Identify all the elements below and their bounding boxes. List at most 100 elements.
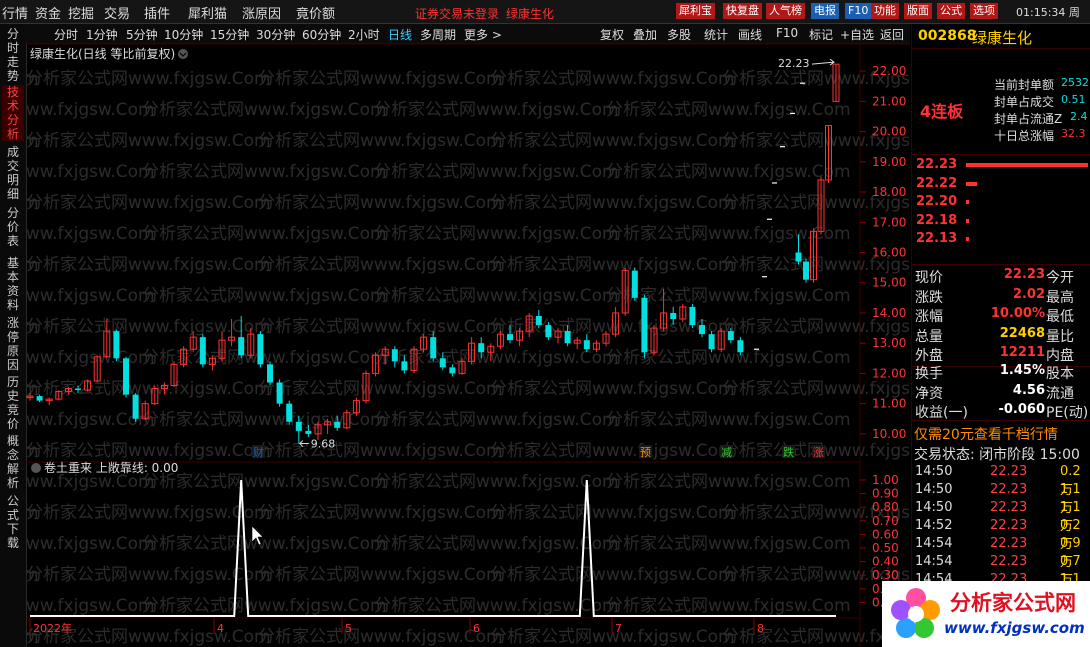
event-marker[interactable]: 涨 (813, 446, 824, 459)
kline-chart[interactable]: 分析家公式网www.fxjgsw.Com分析家公式网www.fxjgsw.Com… (26, 44, 910, 647)
bid-price[interactable]: 22.20 (916, 194, 957, 209)
price-tick-label: 10.00 (872, 427, 906, 441)
xilibao-button[interactable]: 犀利宝 (676, 3, 715, 19)
tab-zhangting[interactable]: 涨停原因 (2, 316, 24, 372)
tool-duogu[interactable]: 多股 (667, 26, 691, 43)
f10-button[interactable]: F10 (845, 3, 872, 19)
tool-f10[interactable]: F10 (776, 26, 798, 40)
menu-chajian[interactable]: 插件 (144, 3, 170, 22)
banmian-button[interactable]: 版面 (904, 3, 932, 19)
login-notice[interactable]: 证券交易未登录 (415, 5, 499, 22)
watermark-text: 分析家公式网www.fxjgsw.Com (258, 255, 503, 275)
stat-value: 12211 (999, 345, 1045, 360)
tool-tongji[interactable]: 统计 (704, 26, 728, 43)
dianbao-button[interactable]: 电报 (811, 3, 839, 19)
tick-price: 22.23 (990, 518, 1028, 533)
period-2h[interactable]: 2小时 (348, 26, 380, 43)
kuaifupan-button[interactable]: 快复盘 (723, 3, 762, 19)
watermark-text: 分析家公式网www.fxjgsw.Com (374, 472, 619, 492)
tab-fenjia[interactable]: 分价表 (2, 206, 24, 250)
watermark-text: 分析家公式网www.fxjgsw.Com (490, 503, 735, 523)
indicator-tick-label: 0.50 (872, 541, 899, 555)
stat-label-2: 最低 (1046, 309, 1074, 325)
candle-body (727, 331, 734, 341)
candle-body (295, 421, 302, 431)
chart-title: 绿康生化(日线 等比前复权) (30, 46, 175, 61)
watermark-text: 分析家公式网www.fxjgsw.Com (490, 193, 735, 213)
period-15min[interactable]: 15分钟 (210, 26, 249, 43)
stat-value: 10.00% (990, 306, 1045, 321)
watermark-text: 分析家公式网www.fxjgsw.Com (26, 69, 271, 89)
price-tick-label: 18.00 (872, 185, 906, 199)
indicator-options-icon[interactable] (31, 463, 41, 473)
menu-hangqing[interactable]: 行情 (2, 3, 28, 22)
tool-fuquan[interactable]: 复权 (600, 26, 624, 43)
candle-body (699, 325, 705, 335)
tab-jishu[interactable]: 技术分析 (2, 85, 24, 141)
tab-fenshi[interactable]: 分时走势 (2, 27, 24, 83)
event-marker[interactable]: 减 (721, 446, 732, 459)
tool-zixuan[interactable]: +自选 (840, 26, 874, 43)
tool-fanhui[interactable]: 返回 (880, 26, 904, 43)
period-daily[interactable]: 日线 (388, 26, 412, 43)
price-tick-label: 15.00 (872, 276, 906, 290)
watermark-text: 分析家公式网www.fxjgsw.Com (258, 565, 503, 585)
menu-zhangyuanyin[interactable]: 涨原因 (242, 3, 281, 22)
event-marker[interactable]: 预 (640, 446, 651, 459)
menu-zijin[interactable]: 资金 (35, 3, 61, 22)
tab-jiben[interactable]: 基本资料 (2, 256, 24, 312)
watermark-text: 分析家公式网www.fxjgsw.Com (26, 379, 271, 399)
candle-body (267, 364, 273, 383)
tool-huaxian[interactable]: 画线 (738, 26, 762, 43)
chart-options-icon[interactable] (178, 49, 188, 59)
quote-panel: 002868 绿康生化 4连板 当前封单额 2532 封单占成交 0.51 封单… (882, 24, 1090, 647)
tab-gongshi[interactable]: 公式下载 (2, 494, 24, 550)
tab-lishi[interactable]: 历史竞价 (2, 375, 24, 431)
tab-chengjiao[interactable]: 成交明细 (2, 145, 24, 201)
bid-price[interactable]: 22.18 (916, 213, 957, 228)
limit-streak-badge: 4连板 (920, 102, 964, 121)
indicator-title: 卷土重来 上敞靠线: 0.00 (44, 460, 178, 475)
price-tick-label: 11.00 (872, 397, 906, 411)
tool-diejia[interactable]: 叠加 (633, 26, 657, 43)
trade-status: 交易状态: 闭市阶段 15:00 (914, 447, 1080, 463)
menu-bar: 行情 资金 挖掘 交易 插件 犀利猫 涨原因 竟价额 证券交易未登录 绿康生化 … (0, 0, 1090, 24)
menu-jiaoyi[interactable]: 交易 (104, 3, 130, 22)
menu-jingjiae[interactable]: 竟价额 (296, 3, 335, 22)
period-multi[interactable]: 多周期 (420, 26, 456, 43)
stat2-label-2: 股本 (1046, 366, 1074, 382)
period-1min[interactable]: 1分钟 (86, 26, 118, 43)
clock: 01:15:34 周 (1016, 6, 1080, 19)
event-marker[interactable]: 财 (253, 445, 264, 459)
menu-wajue[interactable]: 挖掘 (68, 3, 94, 22)
bid-price[interactable]: 22.22 (916, 176, 957, 191)
tab-gainian[interactable]: 概念解析 (2, 434, 24, 490)
stat-label-2: 内盘 (1046, 348, 1074, 364)
period-more[interactable]: 更多 > (464, 26, 502, 43)
price-tick-label: 22.00 (872, 64, 906, 78)
bid-volume-bar (966, 181, 977, 186)
indicator-tick-label: 0.90 (872, 487, 899, 501)
tool-biaoji[interactable]: 标记 (809, 26, 833, 43)
flower-logo-icon (891, 588, 940, 638)
candle-body (641, 297, 648, 353)
period-5min[interactable]: 5分钟 (126, 26, 158, 43)
promo-link[interactable]: 仅需20元查看千档行情 (914, 424, 1058, 444)
renqibang-button[interactable]: 人气榜 (766, 3, 805, 19)
watermark-text: 分析家公式网www.fxjgsw.Com (490, 565, 735, 585)
period-fenshi[interactable]: 分时 (54, 26, 78, 43)
gongshi-button[interactable]: 公式 (937, 3, 965, 19)
event-marker[interactable]: 跌 (783, 445, 794, 459)
period-30min[interactable]: 30分钟 (256, 26, 295, 43)
menu-xilimao[interactable]: 犀利猫 (188, 3, 227, 22)
bid-price[interactable]: 22.23 (916, 157, 957, 172)
price-tick-label: 12.00 (872, 366, 906, 380)
price-tick-label: 21.00 (872, 94, 906, 108)
gongneng-button[interactable]: 功能 (871, 3, 899, 19)
period-60min[interactable]: 60分钟 (302, 26, 341, 43)
period-10min[interactable]: 10分钟 (164, 26, 203, 43)
tick-row: 14:50 22.23 1.1万 (912, 482, 1090, 516)
stat-label-2: 今开 (1046, 270, 1074, 286)
xuanxiang-button[interactable]: 选项 (970, 3, 998, 19)
bid-price[interactable]: 22.13 (916, 231, 957, 246)
